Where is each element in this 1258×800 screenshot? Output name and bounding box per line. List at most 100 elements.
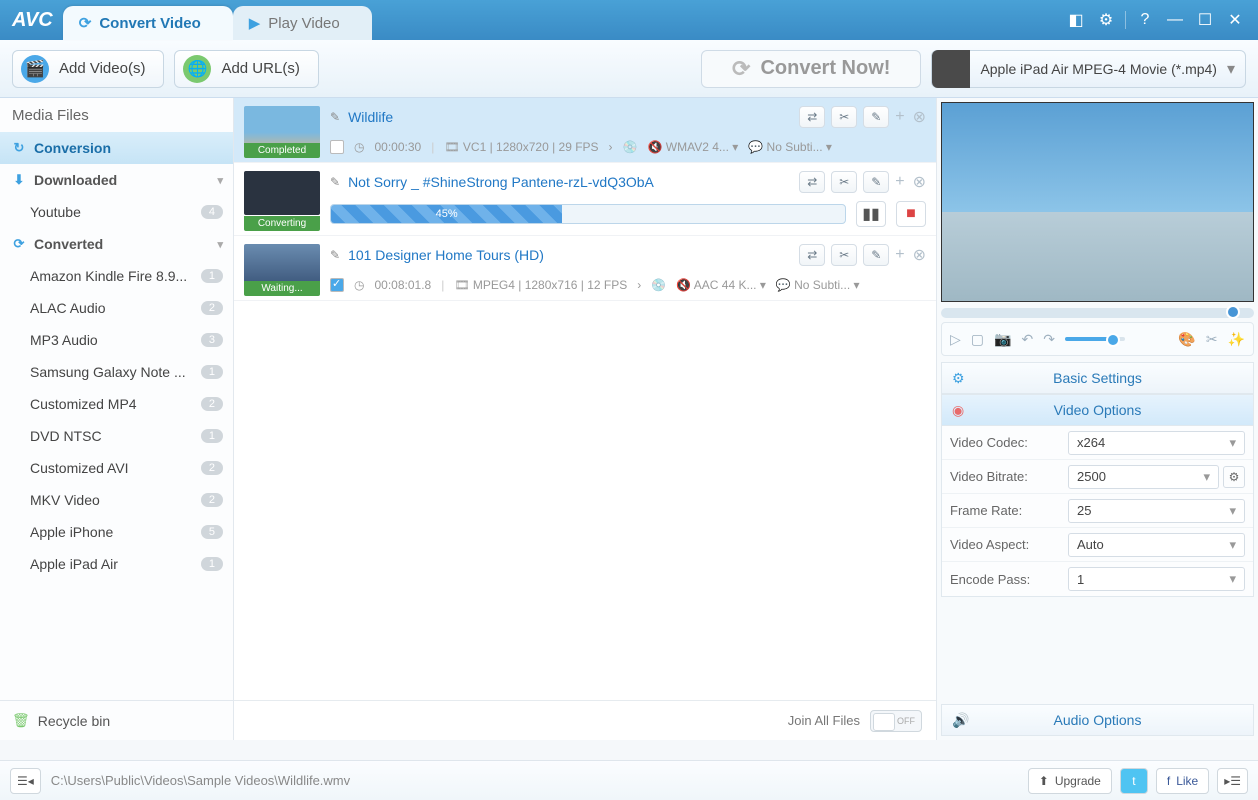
sidebar-item[interactable]: MP3 Audio 3 [0, 324, 233, 356]
disc-icon[interactable]: 💿 [651, 278, 666, 292]
plus-icon[interactable]: + [895, 246, 904, 264]
rotate-left-icon[interactable]: ↶ [1021, 331, 1033, 348]
gear-icon[interactable]: ⚙ [1223, 466, 1245, 488]
twitter-button[interactable]: t [1120, 768, 1148, 794]
sidebar-item[interactable]: MKV Video 2 [0, 484, 233, 516]
count-badge: 5 [201, 525, 223, 539]
sidebar-item[interactable]: Samsung Galaxy Note ... 1 [0, 356, 233, 388]
count-badge: 1 [201, 557, 223, 571]
remove-icon[interactable]: ⊗ [913, 172, 926, 192]
checkbox[interactable] [330, 140, 344, 154]
stop-button[interactable]: ■ [896, 201, 926, 227]
facebook-like-button[interactable]: f Like [1156, 768, 1209, 794]
progress-bar: 45% [330, 204, 846, 224]
remove-icon[interactable]: ⊗ [913, 107, 926, 127]
upgrade-button[interactable]: ⬆ Upgrade [1028, 768, 1112, 794]
wand-icon[interactable]: ✎ [863, 106, 889, 128]
video-options-header[interactable]: ◉ Video Options [941, 394, 1254, 426]
play-icon[interactable]: ▷ [950, 331, 961, 348]
maximize-icon[interactable]: ☐ [1194, 9, 1216, 31]
progress-label: 45% [436, 208, 458, 220]
wand-icon[interactable]: ✨ [1228, 331, 1245, 348]
file-row[interactable]: Waiting... ✎ 101 Designer Home Tours (HD… [234, 236, 936, 301]
skin-icon[interactable]: ◧ [1065, 9, 1087, 31]
scissors-icon[interactable]: ✂ [831, 171, 857, 193]
file-row[interactable]: Completed ✎ Wildlife ⇄ ✂ ✎ + ⊗ [234, 98, 936, 163]
option-select[interactable]: x264 ▾ [1068, 431, 1245, 455]
sidebar-item[interactable]: Apple iPhone 5 [0, 516, 233, 548]
wand-icon[interactable]: ✎ [863, 244, 889, 266]
audio-info[interactable]: 🔇 WMAV2 4... ▾ [648, 140, 739, 154]
audio-options-header[interactable]: 🔊 Audio Options [941, 704, 1254, 736]
audio-info[interactable]: 🔇 AAC 44 K... ▾ [676, 278, 766, 292]
wand-icon[interactable]: ✎ [863, 171, 889, 193]
file-row[interactable]: Converting ✎ Not Sorry _ #ShineStrong Pa… [234, 163, 936, 236]
option-select[interactable]: Auto ▾ [1068, 533, 1245, 557]
add-url-button[interactable]: 🌐 Add URL(s) [174, 50, 318, 88]
cut-icon[interactable]: ✂ [1206, 331, 1218, 348]
sidebar-item[interactable]: Customized AVI 2 [0, 452, 233, 484]
like-label: Like [1176, 774, 1198, 788]
option-value: x264 [1077, 435, 1105, 450]
option-select[interactable]: 2500 ▾ [1068, 465, 1219, 489]
option-select[interactable]: 1 ▾ [1068, 567, 1245, 591]
plus-icon[interactable]: + [895, 173, 904, 191]
sidebar-item-downloaded[interactable]: ⬇ Downloaded ▾ [0, 164, 233, 196]
tab-play-video[interactable]: ▶ Play Video [233, 6, 372, 40]
file-title-link[interactable]: Wildlife [348, 109, 393, 125]
tab-convert-video[interactable]: ⟳ Convert Video [63, 6, 233, 40]
sidebar-item[interactable]: Youtube 4 [0, 196, 233, 228]
sidebar-item[interactable]: DVD NTSC 1 [0, 420, 233, 452]
pause-button[interactable]: ▮▮ [856, 201, 886, 227]
expand-button[interactable]: ▸☰ [1217, 768, 1248, 794]
subtitle-info[interactable]: 💬 No Subti... ▾ [776, 278, 860, 292]
minimize-icon[interactable]: — [1164, 9, 1186, 31]
volume-slider[interactable] [1065, 337, 1125, 341]
toolbar: 🎬 Add Video(s) 🌐 Add URL(s) ⟳ Convert No… [0, 40, 1258, 98]
sidebar-item[interactable]: Apple iPad Air 1 [0, 548, 233, 580]
gear-icon[interactable]: ⚙ [1095, 9, 1117, 31]
help-icon[interactable]: ? [1134, 9, 1156, 31]
scissors-icon[interactable]: ✂ [831, 244, 857, 266]
swap-icon[interactable]: ⇄ [799, 171, 825, 193]
list-item-label: ALAC Audio [30, 300, 106, 316]
remove-icon[interactable]: ⊗ [913, 245, 926, 265]
edit-icon[interactable]: ✎ [330, 175, 340, 189]
snapshot-icon[interactable]: 📷 [994, 331, 1011, 348]
sidebar-item-converted[interactable]: ⟳ Converted ▾ [0, 228, 233, 260]
sidebar-item[interactable]: ALAC Audio 2 [0, 292, 233, 324]
basic-settings-header[interactable]: ⚙ Basic Settings [941, 362, 1254, 394]
seek-bar[interactable] [941, 308, 1254, 318]
recycle-bin[interactable]: 🗑 Recycle bin [0, 700, 233, 740]
subtitle-info[interactable]: 💬 No Subti... ▾ [748, 140, 832, 154]
globe-plus-icon: 🌐 [183, 55, 211, 83]
swap-icon[interactable]: ⇄ [799, 244, 825, 266]
swap-icon[interactable]: ⇄ [799, 106, 825, 128]
effect-icon[interactable]: 🎨 [1178, 331, 1195, 348]
video-preview[interactable] [941, 102, 1254, 302]
stop-icon[interactable]: ▢ [971, 331, 984, 348]
sidebar-item[interactable]: Customized MP4 2 [0, 388, 233, 420]
plus-icon[interactable]: + [895, 108, 904, 126]
rotate-right-icon[interactable]: ↷ [1043, 331, 1055, 348]
edit-icon[interactable]: ✎ [330, 110, 340, 124]
join-toggle[interactable]: OFF [870, 710, 922, 732]
sidebar-item-conversion[interactable]: ↻ Conversion [0, 132, 233, 164]
option-select[interactable]: 25 ▾ [1068, 499, 1245, 523]
scissors-icon[interactable]: ✂ [831, 106, 857, 128]
sidebar: Media Files ↻ Conversion ⬇ Downloaded ▾ … [0, 98, 234, 740]
menu-button[interactable]: ☰◂ [10, 768, 41, 794]
disc-icon[interactable]: 💿 [623, 140, 638, 154]
checkbox[interactable] [330, 278, 344, 292]
seek-handle[interactable] [1226, 305, 1240, 319]
file-title-link[interactable]: 101 Designer Home Tours (HD) [348, 247, 544, 263]
sidebar-item[interactable]: Amazon Kindle Fire 8.9... 1 [0, 260, 233, 292]
file-title-link[interactable]: Not Sorry _ #ShineStrong Pantene-rzL-vdQ… [348, 174, 654, 190]
add-video-button[interactable]: 🎬 Add Video(s) [12, 50, 164, 88]
output-profile-select[interactable]: Apple iPad Air MPEG-4 Movie (*.mp4) ▾ [931, 50, 1246, 88]
output-path: C:\Users\Public\Videos\Sample Videos\Wil… [51, 773, 350, 788]
count-badge: 2 [201, 301, 223, 315]
edit-icon[interactable]: ✎ [330, 248, 340, 262]
convert-now-button[interactable]: ⟳ Convert Now! [701, 50, 921, 88]
close-icon[interactable]: ✕ [1224, 9, 1246, 31]
